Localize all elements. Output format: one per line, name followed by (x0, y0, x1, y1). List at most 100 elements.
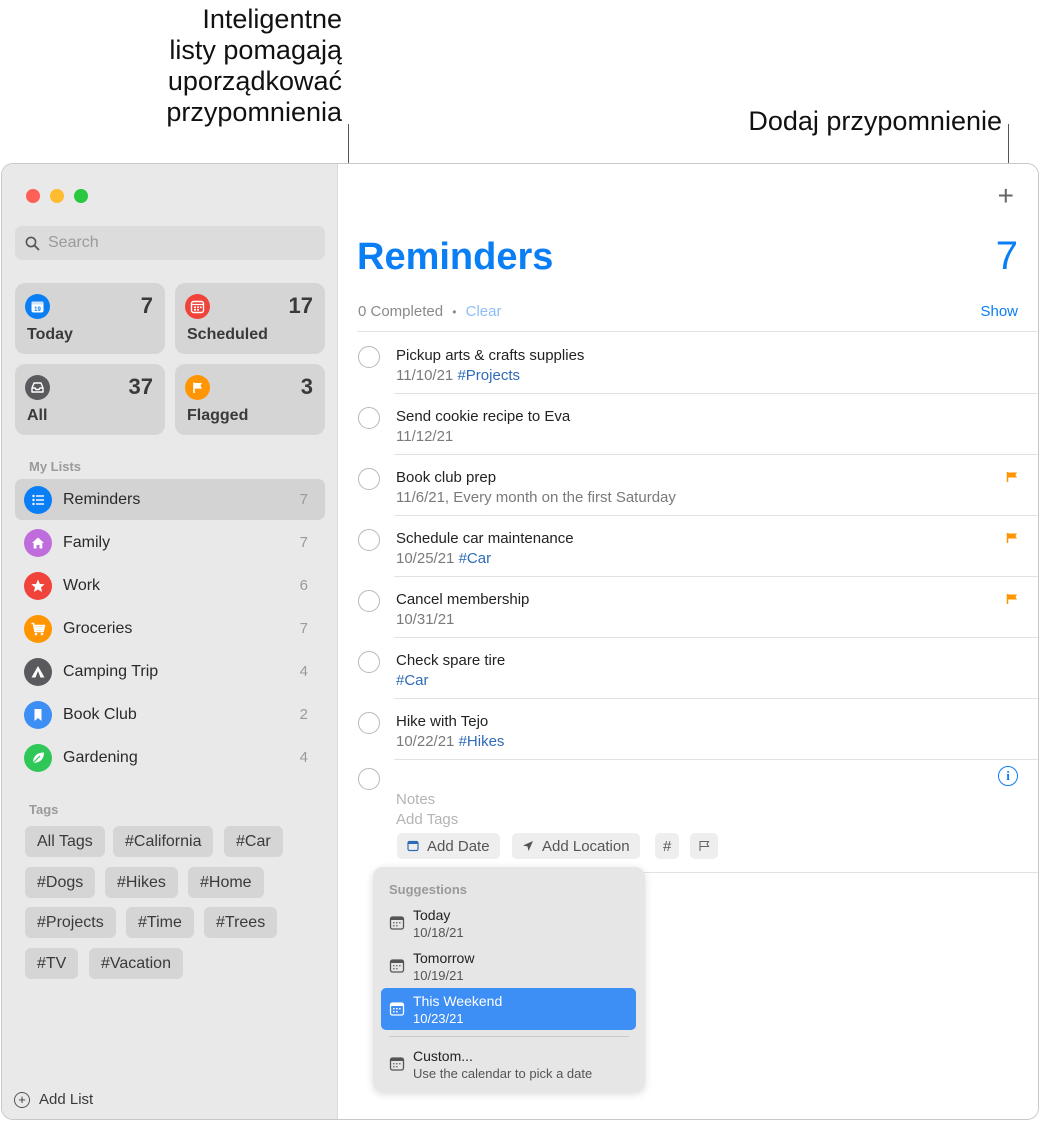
list-count: 4 (299, 749, 308, 766)
tag-dogs[interactable]: #Dogs (25, 867, 96, 898)
sidebar-item-gardening[interactable]: Gardening 4 (15, 737, 325, 778)
reminder-title[interactable]: Send cookie recipe to Eva (396, 408, 570, 425)
complete-checkbox[interactable] (358, 768, 380, 790)
add-list-button[interactable]: + Add List (14, 1091, 93, 1108)
reminder-tag[interactable]: #Projects (457, 367, 520, 384)
clear-button[interactable]: Clear (466, 303, 502, 320)
suggestion-today[interactable]: Today 10/18/21 (381, 902, 636, 944)
reminder-row[interactable]: Hike with Tejo 10/22/21 #Hikes (339, 698, 1038, 759)
reminder-title[interactable]: Schedule car maintenance (396, 530, 574, 547)
sidebar-item-camping-trip[interactable]: Camping Trip 4 (15, 651, 325, 692)
suggestion-tomorrow[interactable]: Tomorrow 10/19/21 (381, 945, 636, 987)
suggestion-this-weekend[interactable]: This Weekend 10/23/21 (381, 988, 636, 1030)
tray-icon (25, 375, 50, 400)
sidebar-item-reminders[interactable]: Reminders 7 (15, 479, 325, 520)
reminder-title[interactable]: Pickup arts & crafts supplies (396, 347, 584, 364)
sidebar-item-family[interactable]: Family 7 (15, 522, 325, 563)
add-reminder-button[interactable]: + (998, 182, 1014, 210)
reminder-date: 11/12/21 (396, 428, 454, 445)
complete-checkbox[interactable] (358, 651, 380, 673)
house-icon (24, 528, 52, 557)
tag-all-tags[interactable]: All Tags (25, 826, 105, 857)
complete-checkbox[interactable] (358, 346, 380, 368)
reminder-row[interactable]: Schedule car maintenance 10/25/21 #Car (339, 515, 1038, 576)
complete-checkbox[interactable] (358, 407, 380, 429)
sidebar-item-work[interactable]: Work 6 (15, 565, 325, 606)
smart-list-scheduled[interactable]: 17 Scheduled (175, 283, 325, 354)
notes-input[interactable]: Notes (396, 791, 435, 808)
tags-heading: Tags (29, 802, 59, 817)
smart-list-label: All (27, 407, 48, 424)
smart-list-label: Flagged (187, 407, 249, 424)
flag-icon[interactable] (1006, 532, 1018, 544)
reminder-title[interactable]: Hike with Tejo (396, 713, 488, 730)
tag-car[interactable]: #Car (224, 826, 283, 857)
tent-icon (24, 657, 52, 686)
reminder-row[interactable]: Check spare tire #Car (339, 637, 1038, 698)
smart-list-all[interactable]: 37 All (15, 364, 165, 435)
callout-line: przypomnienia (166, 97, 342, 127)
close-window-button[interactable] (26, 189, 40, 203)
tag-projects[interactable]: #Projects (25, 907, 116, 938)
tag-tv[interactable]: #TV (25, 948, 79, 979)
calendar-icon (389, 1002, 405, 1016)
reminder-title[interactable]: Check spare tire (396, 652, 505, 669)
complete-checkbox[interactable] (358, 529, 380, 551)
tag-home[interactable]: #Home (188, 867, 264, 898)
suggestion-label: This Weekend (413, 993, 503, 1009)
reminder-row[interactable]: Book club prep 11/6/21, Every month on t… (339, 454, 1038, 515)
sidebar-item-groceries[interactable]: Groceries 7 (15, 608, 325, 649)
show-completed-button[interactable]: Show (980, 303, 1018, 320)
reminder-title[interactable]: Book club prep (396, 469, 496, 486)
reminder-tag[interactable]: #Hikes (459, 733, 505, 750)
cart-icon (24, 614, 52, 643)
add-location-label: Add Location (542, 837, 630, 855)
tag-hikes[interactable]: #Hikes (105, 867, 178, 898)
minimize-window-button[interactable] (50, 189, 64, 203)
bookmark-icon (24, 700, 52, 729)
separator-dot: • (452, 305, 457, 319)
complete-checkbox[interactable] (358, 468, 380, 490)
add-tag-button[interactable]: # (655, 833, 680, 859)
reminder-details: 11/12/21 (396, 428, 453, 445)
complete-checkbox[interactable] (358, 712, 380, 734)
add-date-label: Add Date (427, 837, 490, 855)
sidebar-item-book-club[interactable]: Book Club 2 (15, 694, 325, 735)
search-field[interactable]: Search (15, 226, 325, 260)
complete-checkbox[interactable] (358, 590, 380, 612)
tag-california[interactable]: #California (113, 826, 214, 857)
list-icon (24, 485, 52, 514)
reminder-tag[interactable]: #Car (396, 672, 429, 689)
info-icon[interactable]: i (998, 766, 1018, 786)
zoom-window-button[interactable] (74, 189, 88, 203)
reminder-tag[interactable]: #Car (459, 550, 492, 567)
list-name: Groceries (63, 619, 133, 637)
add-date-button[interactable]: Add Date (397, 833, 500, 859)
flag-icon[interactable] (1006, 471, 1018, 483)
tag-trees[interactable]: #Trees (204, 907, 278, 938)
calendar-icon (389, 1057, 405, 1071)
add-flag-button[interactable] (690, 833, 718, 859)
page-title: Reminders (357, 236, 554, 278)
callout-line: Inteligentne (202, 4, 342, 34)
callout-smart-lists: Inteligentne listy pomagają uporządkować… (22, 4, 342, 128)
flag-icon[interactable] (1006, 593, 1018, 605)
smart-list-today[interactable]: 19 7 Today (15, 283, 165, 354)
new-reminder-editor[interactable]: i Notes Add Tags Add Date Add Location # (339, 762, 1038, 882)
reminder-title[interactable]: Cancel membership (396, 591, 529, 608)
reminder-row[interactable]: Pickup arts & crafts supplies 11/10/21 #… (339, 332, 1038, 393)
reminder-row[interactable]: Send cookie recipe to Eva 11/12/21 (339, 393, 1038, 454)
list-name: Book Club (63, 705, 137, 723)
reminder-details: 10/22/21 #Hikes (396, 733, 504, 750)
tag-time[interactable]: #Time (126, 907, 194, 938)
suggestion-custom[interactable]: Custom... Use the calendar to pick a dat… (381, 1043, 636, 1085)
list-name: Camping Trip (63, 662, 159, 680)
add-location-button[interactable]: Add Location (512, 833, 640, 859)
smart-list-flagged[interactable]: 3 Flagged (175, 364, 325, 435)
reminder-row[interactable]: Cancel membership 10/31/21 (339, 576, 1038, 637)
leaf-icon (24, 743, 52, 772)
suggestion-label: Tomorrow (413, 950, 475, 966)
tags-input[interactable]: Add Tags (396, 811, 458, 828)
tag-vacation[interactable]: #Vacation (89, 948, 183, 979)
add-list-label: Add List (39, 1091, 94, 1108)
